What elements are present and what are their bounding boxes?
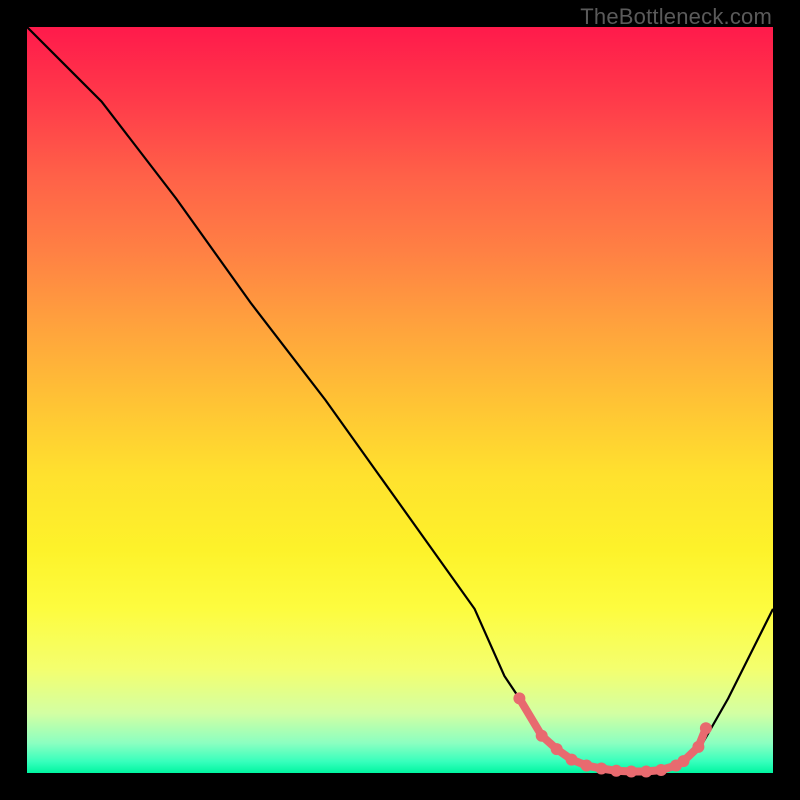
- marker-dot: [566, 754, 578, 766]
- marker-dot: [595, 763, 607, 775]
- marker-dot: [551, 743, 563, 755]
- marker-dot: [513, 692, 525, 704]
- watermark-text: TheBottleneck.com: [580, 4, 772, 30]
- marker-dot: [610, 765, 622, 777]
- marker-dot: [692, 741, 704, 753]
- chart-svg: [27, 27, 773, 773]
- marker-dots-group: [513, 692, 712, 777]
- marker-dot: [581, 760, 593, 772]
- marker-dot: [700, 722, 712, 734]
- marker-dot: [536, 730, 548, 742]
- marker-dot: [655, 764, 667, 776]
- marker-dot: [625, 766, 637, 778]
- chart-frame: [27, 27, 773, 773]
- bottleneck-curve: [27, 27, 773, 772]
- marker-dot: [640, 766, 652, 778]
- marker-dot: [678, 755, 690, 767]
